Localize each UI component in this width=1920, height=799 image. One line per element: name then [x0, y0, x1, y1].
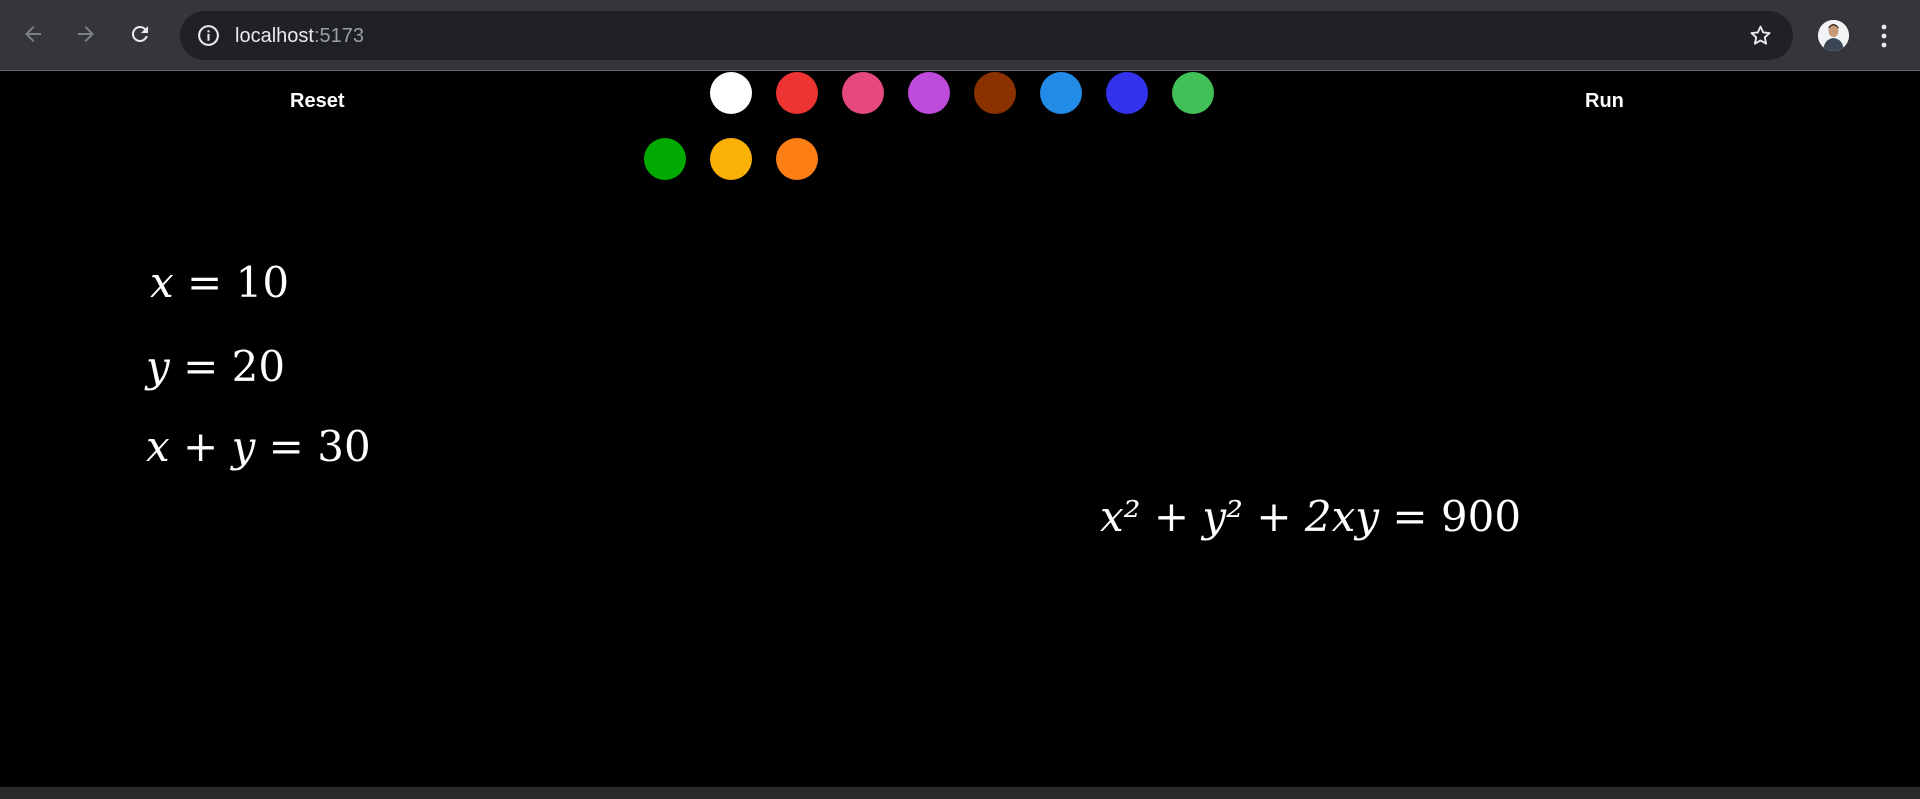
- url-port: :5173: [313, 25, 364, 47]
- expression-lhs: x² + y² + 2xy: [1100, 492, 1380, 541]
- forward-button[interactable]: [68, 16, 104, 52]
- reload-button[interactable]: [122, 16, 158, 52]
- star-icon[interactable]: [1748, 23, 1773, 48]
- equals-sign: =: [255, 422, 318, 471]
- reset-button[interactable]: Reset: [290, 90, 344, 113]
- color-swatch[interactable]: [776, 72, 818, 114]
- color-swatch[interactable]: [644, 138, 686, 180]
- back-button[interactable]: [15, 16, 51, 52]
- profile-avatar-icon: [1818, 20, 1849, 51]
- color-swatch[interactable]: [710, 138, 752, 180]
- arrow-left-icon: [25, 26, 41, 42]
- equals-sign: =: [1379, 492, 1441, 541]
- avatar[interactable]: [1818, 20, 1849, 51]
- color-swatch[interactable]: [644, 72, 686, 114]
- math-expression[interactable]: x = 10: [150, 258, 289, 307]
- expression-lhs: x + y: [146, 422, 256, 471]
- url-host: localhost: [235, 25, 314, 47]
- equals-sign: =: [169, 342, 232, 391]
- color-swatch[interactable]: [974, 72, 1016, 114]
- run-button[interactable]: Run: [1585, 90, 1624, 113]
- drawing-canvas[interactable]: Reset Run x = 10 y = 20 x + y = 30 x² + y² …: [0, 72, 1920, 787]
- url-text[interactable]: localhost:5173: [235, 24, 364, 48]
- color-swatch[interactable]: [908, 72, 950, 114]
- math-expression[interactable]: x² + y² + 2xy = 900: [1100, 492, 1521, 541]
- expression-rhs: 20: [231, 342, 286, 391]
- expression-rhs: 30: [317, 422, 371, 471]
- expression-lhs: x: [150, 258, 174, 307]
- browser-toolbar: localhost:5173: [0, 0, 1920, 71]
- color-swatch[interactable]: [1040, 72, 1082, 114]
- expression-rhs: 10: [235, 258, 290, 307]
- kebab-menu-icon[interactable]: [1872, 18, 1896, 54]
- color-swatch[interactable]: [842, 72, 884, 114]
- color-swatch[interactable]: [1106, 72, 1148, 114]
- math-expression[interactable]: x + y = 30: [146, 422, 371, 471]
- color-swatch[interactable]: [1172, 72, 1214, 114]
- color-swatch[interactable]: [776, 138, 818, 180]
- expression-lhs: y: [146, 342, 170, 391]
- arrow-right-icon: [78, 26, 94, 42]
- equals-sign: =: [173, 258, 236, 307]
- info-icon[interactable]: [196, 23, 221, 48]
- address-bar[interactable]: localhost:5173: [180, 11, 1793, 60]
- color-swatch[interactable]: [710, 72, 752, 114]
- expression-rhs: 900: [1440, 492, 1522, 541]
- math-expression[interactable]: y = 20: [146, 342, 285, 391]
- reload-icon: [131, 25, 148, 42]
- bottom-strip: [0, 787, 1920, 799]
